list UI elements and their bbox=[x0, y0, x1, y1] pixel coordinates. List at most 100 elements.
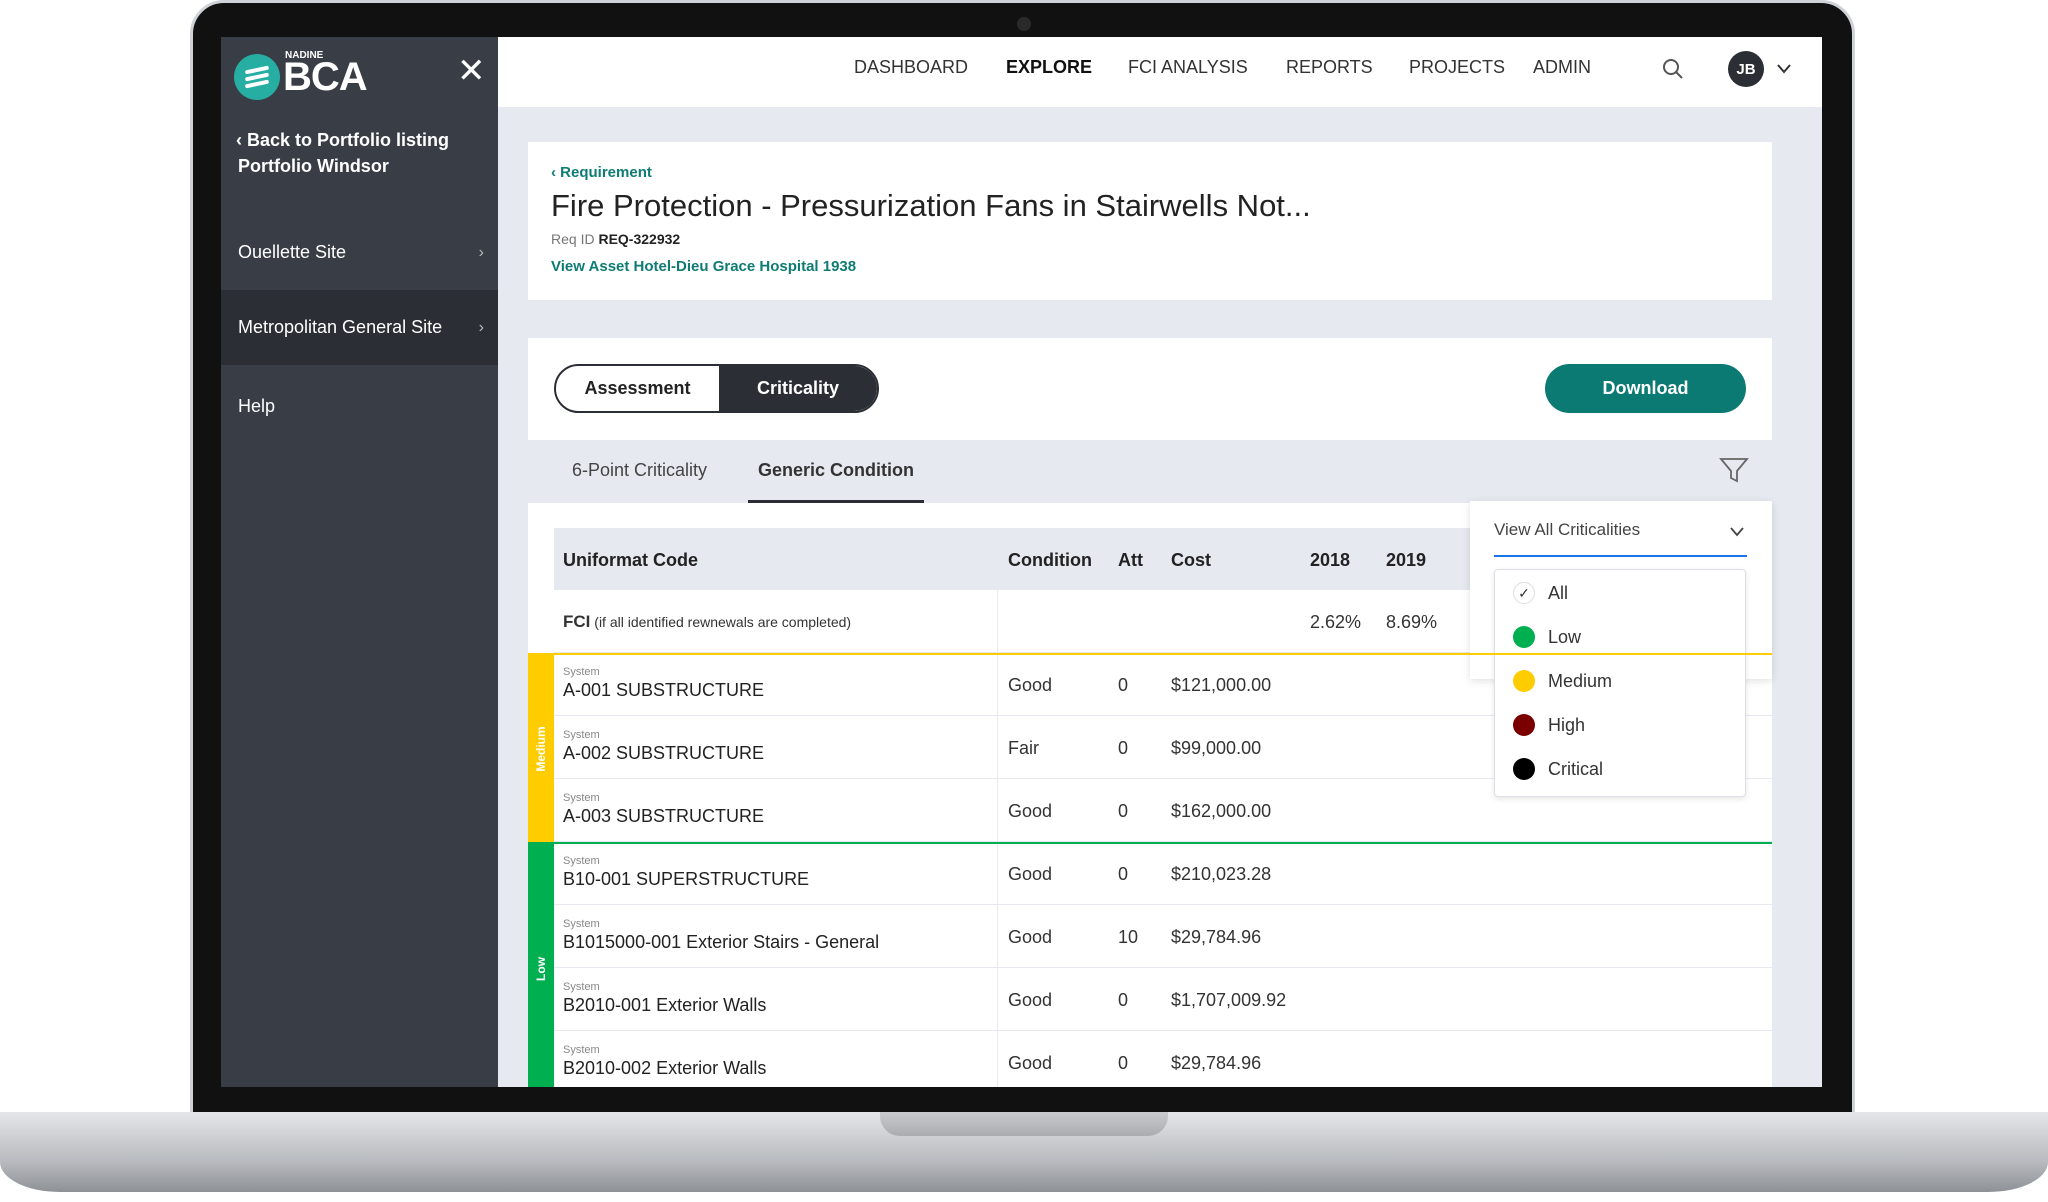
breadcrumb[interactable]: ‹ Requirement bbox=[551, 164, 652, 181]
row-type: System bbox=[563, 918, 600, 930]
check-icon: ✓ bbox=[1513, 582, 1535, 604]
chevron-left-icon: ‹ bbox=[551, 164, 561, 181]
portfolio-name: Portfolio Windsor bbox=[238, 156, 389, 176]
sidebar-item-help[interactable]: Help bbox=[221, 369, 498, 444]
criticality-group-label: Low bbox=[534, 957, 548, 981]
row-type: System bbox=[563, 666, 600, 678]
download-button[interactable]: Download bbox=[1545, 364, 1746, 413]
row-cost: $162,000.00 bbox=[1171, 801, 1272, 821]
table-row[interactable]: System B2010-001 Exterior Walls Good 0 $… bbox=[554, 968, 1772, 1031]
low-dot-icon bbox=[1513, 626, 1535, 648]
nav-admin[interactable]: ADMIN bbox=[1533, 57, 1591, 78]
top-nav: DASHBOARD EXPLORE FCI ANALYSIS REPORTS P… bbox=[498, 37, 1822, 107]
criticality-group-bar: Medium bbox=[528, 653, 554, 842]
chevron-left-icon: ‹ bbox=[236, 130, 247, 150]
camera-icon bbox=[1017, 17, 1031, 31]
criticality-group-bar: Low bbox=[528, 842, 554, 1087]
app-screen: NADINE BCA ✕ ‹ Back to Portfolio listing… bbox=[221, 37, 1822, 1087]
nav-dashboard[interactable]: DASHBOARD bbox=[854, 57, 968, 78]
chevron-down-icon[interactable] bbox=[1776, 63, 1792, 75]
page-title: Fire Protection - Pressurization Fans in… bbox=[551, 188, 1311, 223]
close-icon[interactable]: ✕ bbox=[457, 51, 486, 91]
high-dot-icon bbox=[1513, 714, 1535, 736]
row-name: A-002 SUBSTRUCTURE bbox=[563, 743, 765, 763]
filter-icon[interactable] bbox=[1719, 456, 1749, 484]
criticality-select[interactable]: View All Criticalities bbox=[1494, 520, 1747, 557]
table-row[interactable]: System B1015000-001 Exterior Stairs - Ge… bbox=[554, 905, 1772, 968]
row-condition: Good bbox=[1008, 801, 1053, 821]
tab-generic-condition[interactable]: Generic Condition bbox=[748, 440, 924, 503]
row-cost: $121,000.00 bbox=[1171, 675, 1272, 695]
sidebar: NADINE BCA ✕ ‹ Back to Portfolio listing… bbox=[221, 37, 498, 1087]
chevron-down-icon bbox=[1730, 527, 1744, 537]
nav-projects[interactable]: PROJECTS bbox=[1409, 57, 1505, 78]
group-divider bbox=[554, 842, 1772, 844]
row-cost: $210,023.28 bbox=[1171, 864, 1272, 884]
medium-dot-icon bbox=[1513, 670, 1535, 692]
row-condition: Good bbox=[1008, 990, 1053, 1010]
search-icon[interactable] bbox=[1661, 57, 1685, 81]
req-id: Req ID REQ-322932 bbox=[551, 231, 681, 247]
nav-reports[interactable]: REPORTS bbox=[1286, 57, 1373, 78]
menu-item-critical[interactable]: Critical bbox=[1513, 754, 1603, 784]
row-att: 0 bbox=[1118, 864, 1129, 884]
row-condition: Fair bbox=[1008, 738, 1039, 758]
menu-item-all[interactable]: ✓ All bbox=[1513, 578, 1568, 608]
nav-explore[interactable]: EXPLORE bbox=[1006, 57, 1092, 78]
group-divider bbox=[554, 653, 1772, 655]
sidebar-item-metropolitan-general-site[interactable]: Metropolitan General Site › bbox=[221, 290, 498, 365]
row-name: B10-001 SUPERSTRUCTURE bbox=[563, 869, 810, 889]
row-att: 0 bbox=[1118, 1053, 1129, 1073]
table-row[interactable]: System B10-001 SUPERSTRUCTURE Good 0 $21… bbox=[554, 842, 1772, 905]
row-name: B2010-001 Exterior Walls bbox=[563, 995, 767, 1015]
criticality-menu: ✓ All Low Medium High Critical bbox=[1494, 569, 1746, 797]
row-cost: $1,707,009.92 bbox=[1171, 990, 1287, 1010]
row-cost: $29,784.96 bbox=[1171, 1053, 1262, 1073]
menu-item-medium[interactable]: Medium bbox=[1513, 666, 1612, 696]
row-condition: Good bbox=[1008, 1053, 1053, 1073]
row-cost: $29,784.96 bbox=[1171, 927, 1262, 947]
row-name: A-001 SUBSTRUCTURE bbox=[563, 680, 765, 700]
critical-dot-icon bbox=[1513, 758, 1535, 780]
logo-text: BCA bbox=[283, 55, 368, 99]
criticality-group-label: Medium bbox=[534, 725, 548, 772]
row-type: System bbox=[563, 1044, 600, 1056]
row-condition: Good bbox=[1008, 864, 1053, 884]
toggle-criticality[interactable]: Criticality bbox=[719, 366, 877, 411]
requirement-header-card: ‹ Requirement Fire Protection - Pressuri… bbox=[528, 142, 1772, 300]
row-type: System bbox=[563, 981, 600, 993]
row-type: System bbox=[563, 792, 600, 804]
nav-fci-analysis[interactable]: FCI ANALYSIS bbox=[1128, 57, 1248, 78]
row-type: System bbox=[563, 855, 600, 867]
menu-item-high[interactable]: High bbox=[1513, 710, 1585, 740]
row-condition: Good bbox=[1008, 675, 1053, 695]
subtab-bar: 6-Point Criticality Generic Condition bbox=[528, 440, 1772, 503]
back-to-portfolio-link[interactable]: ‹ Back to Portfolio listing bbox=[236, 130, 449, 151]
view-asset-link[interactable]: View Asset Hotel-Dieu Grace Hospital 193… bbox=[551, 258, 856, 275]
row-att: 10 bbox=[1118, 927, 1139, 947]
chevron-right-icon: › bbox=[478, 243, 484, 261]
logo-icon bbox=[234, 54, 280, 100]
col-att: Att bbox=[1118, 550, 1143, 570]
row-condition: Good bbox=[1008, 927, 1053, 947]
avatar[interactable]: JB bbox=[1728, 51, 1764, 87]
sidebar-item-ouellette-site[interactable]: Ouellette Site › bbox=[221, 215, 498, 290]
table-row[interactable]: System B2010-002 Exterior Walls Good 0 $… bbox=[554, 1031, 1772, 1087]
chevron-right-icon: › bbox=[478, 318, 484, 336]
tab-6-point-criticality[interactable]: 6-Point Criticality bbox=[572, 460, 707, 481]
view-toggle: Assessment Criticality bbox=[554, 364, 879, 413]
laptop-notch bbox=[880, 1112, 1168, 1136]
row-att: 0 bbox=[1118, 738, 1129, 758]
toggle-assessment[interactable]: Assessment bbox=[556, 366, 719, 411]
row-att: 0 bbox=[1118, 675, 1129, 695]
row-name: B1015000-001 Exterior Stairs - General bbox=[563, 932, 880, 952]
col-uniformat-code: Uniformat Code bbox=[563, 550, 698, 570]
menu-item-low[interactable]: Low bbox=[1513, 622, 1581, 652]
row-type: System bbox=[563, 729, 600, 741]
row-name: A-003 SUBSTRUCTURE bbox=[563, 806, 765, 826]
col-2019: 2019 bbox=[1386, 550, 1427, 570]
row-cost: $99,000.00 bbox=[1171, 738, 1262, 758]
col-2018: 2018 bbox=[1310, 550, 1351, 570]
col-cost: Cost bbox=[1171, 550, 1211, 570]
row-name: B2010-002 Exterior Walls bbox=[563, 1058, 767, 1078]
